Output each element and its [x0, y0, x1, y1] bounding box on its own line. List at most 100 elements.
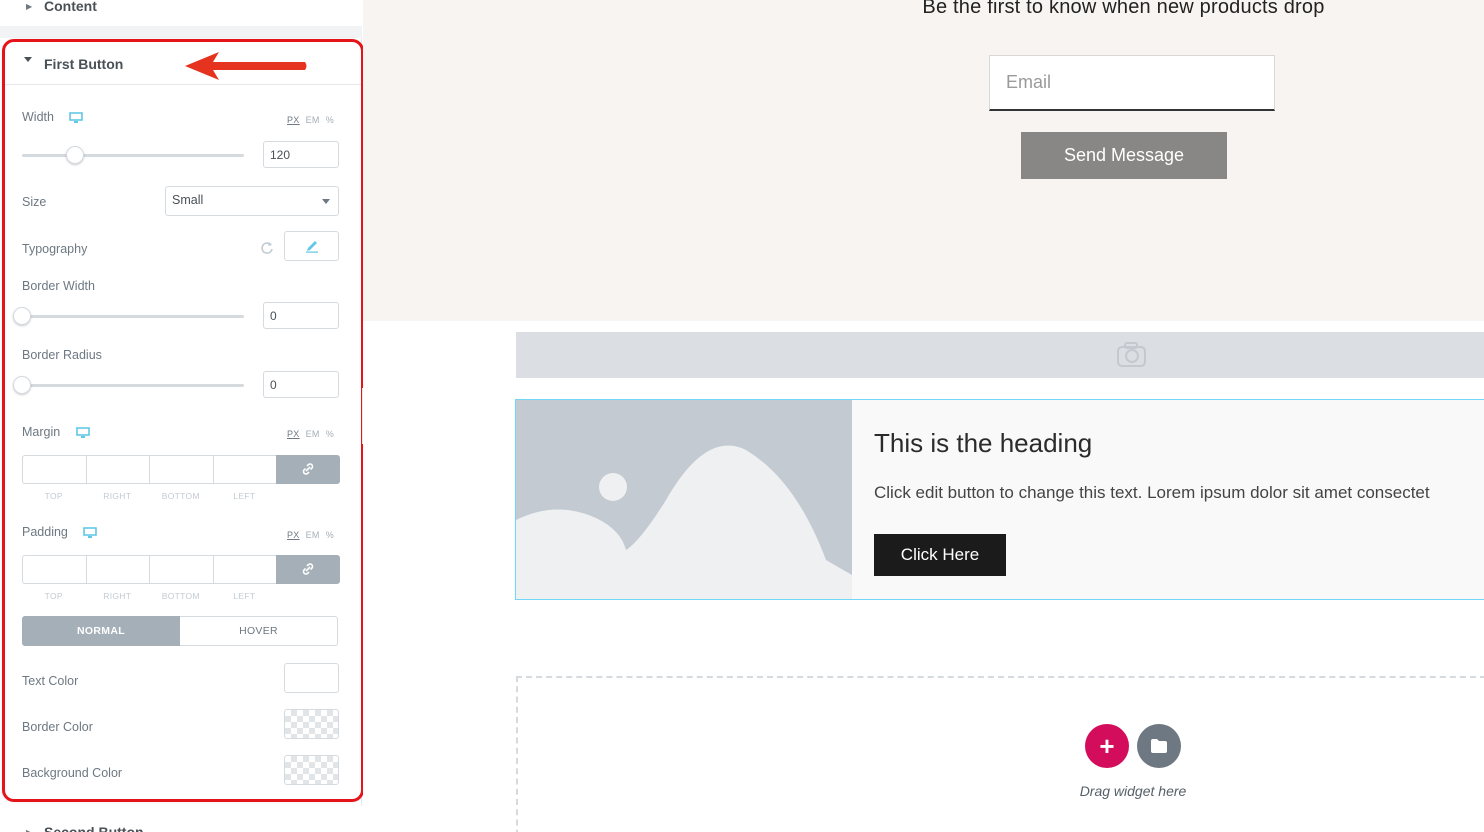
side-bottom-label: BOTTOM	[161, 491, 200, 501]
text-color-label: Text Color	[22, 674, 79, 688]
image-placeholder-icon	[516, 400, 852, 599]
email-input[interactable]: Email	[989, 55, 1275, 111]
margin-top-input[interactable]	[22, 455, 86, 484]
subscribe-section: Be the first to know when new products d…	[363, 0, 1484, 321]
border-color-picker[interactable]	[284, 709, 339, 739]
add-section-button[interactable]: +	[1085, 724, 1129, 768]
border-radius-label: Border Radius	[22, 348, 102, 362]
folder-icon	[1151, 739, 1167, 753]
desktop-icon[interactable]	[76, 427, 90, 439]
pencil-icon	[306, 241, 318, 253]
unit-px[interactable]: PX	[287, 530, 300, 540]
call-to-action-card[interactable]: This is the heading Click edit button to…	[515, 399, 1484, 600]
link-icon	[302, 463, 314, 475]
unit-percent[interactable]: %	[326, 115, 334, 125]
desktop-icon[interactable]	[83, 527, 97, 539]
unit-em[interactable]: EM	[306, 530, 320, 540]
width-slider-handle[interactable]	[66, 146, 84, 164]
padding-link-button[interactable]	[276, 555, 340, 584]
side-left-label: LEFT	[233, 491, 256, 501]
caret-right-icon: ▶	[26, 828, 32, 832]
side-right-label: RIGHT	[103, 591, 132, 601]
margin-right-input[interactable]	[85, 455, 149, 484]
page-canvas: Be the first to know when new products d…	[363, 0, 1484, 832]
send-message-button[interactable]: Send Message	[1021, 132, 1227, 179]
typography-edit-button[interactable]	[284, 231, 339, 261]
padding-label: Padding	[22, 525, 68, 539]
margin-bottom-input[interactable]	[149, 455, 213, 484]
margin-link-button[interactable]	[276, 455, 340, 484]
background-color-label: Background Color	[22, 766, 123, 780]
size-select-value: Small	[172, 193, 204, 207]
border-width-input[interactable]: 0	[263, 302, 339, 329]
border-radius-slider-track[interactable]	[22, 384, 244, 387]
border-radius-input[interactable]: 0	[263, 371, 339, 398]
background-color-picker[interactable]	[284, 755, 339, 785]
image-placeholder-bar[interactable]	[516, 332, 1484, 378]
desktop-icon[interactable]	[69, 112, 83, 124]
drop-zone[interactable]: + Drag widget here	[516, 676, 1484, 832]
drag-widget-text: Drag widget here	[1079, 783, 1187, 799]
padding-side-labels: TOP RIGHT BOTTOM LEFT	[22, 591, 276, 601]
tab-hover[interactable]: HOVER	[180, 616, 338, 646]
state-tabs: NORMAL HOVER	[22, 616, 338, 646]
caret-down-icon	[24, 57, 32, 62]
margin-label: Margin	[22, 425, 61, 439]
width-units[interactable]: PX EM%	[287, 115, 340, 125]
padding-dimensions	[22, 555, 340, 584]
margin-side-labels: TOP RIGHT BOTTOM LEFT	[22, 491, 276, 501]
card-text: Click edit button to change this text. L…	[874, 483, 1430, 502]
size-select[interactable]: Small	[165, 186, 339, 216]
unit-percent[interactable]: %	[326, 429, 334, 439]
unit-em[interactable]: EM	[306, 429, 320, 439]
first-button-title: First Button	[44, 56, 124, 72]
border-radius-slider-handle[interactable]	[13, 376, 31, 394]
red-arrow-icon	[185, 52, 307, 80]
margin-dimensions	[22, 455, 340, 484]
border-color-label: Border Color	[22, 720, 93, 734]
side-bottom-label: BOTTOM	[161, 591, 200, 601]
side-top-label: TOP	[44, 491, 63, 501]
padding-right-input[interactable]	[85, 555, 149, 584]
side-right-label: RIGHT	[103, 491, 132, 501]
unit-px[interactable]: PX	[287, 429, 300, 439]
text-color-picker[interactable]	[284, 663, 339, 693]
camera-icon	[1117, 342, 1146, 367]
image-placeholder	[516, 400, 852, 599]
editor-panel: ▶ Content First Button Width PX EM% 120 S…	[0, 0, 364, 832]
chevron-down-icon	[322, 199, 330, 204]
section-divider	[0, 26, 362, 38]
width-slider-track[interactable]	[22, 154, 244, 157]
section-second-button-header[interactable]: ▶ Second Button	[0, 806, 362, 832]
border-width-label: Border Width	[22, 279, 95, 293]
first-button-header[interactable]: First Button	[5, 42, 361, 85]
section-second-button-label: Second Button	[44, 824, 144, 832]
padding-left-input[interactable]	[212, 555, 276, 584]
unit-em[interactable]: EM	[306, 115, 320, 125]
margin-left-input[interactable]	[212, 455, 276, 484]
template-library-button[interactable]	[1137, 724, 1181, 768]
padding-bottom-input[interactable]	[149, 555, 213, 584]
size-label: Size	[22, 195, 47, 209]
link-icon	[302, 563, 314, 575]
card-heading: This is the heading	[874, 428, 1093, 458]
first-button-section: First Button Width PX EM% 120 Size Small …	[2, 39, 364, 802]
width-label: Width	[22, 110, 54, 124]
unit-percent[interactable]: %	[326, 530, 334, 540]
border-width-slider-handle[interactable]	[13, 307, 31, 325]
reset-icon[interactable]	[260, 241, 274, 255]
unit-px[interactable]: PX	[287, 115, 300, 125]
plus-icon: +	[1099, 730, 1115, 761]
section-content-header[interactable]: ▶ Content	[0, 0, 362, 26]
border-width-slider-track[interactable]	[22, 315, 244, 318]
click-here-button[interactable]: Click Here	[874, 534, 1006, 576]
tab-normal[interactable]: NORMAL	[22, 616, 180, 646]
padding-units[interactable]: PX EM%	[287, 530, 340, 540]
margin-units[interactable]: PX EM%	[287, 429, 340, 439]
side-top-label: TOP	[44, 591, 63, 601]
side-left-label: LEFT	[233, 591, 256, 601]
section-content-label: Content	[44, 0, 97, 14]
width-input[interactable]: 120	[263, 141, 339, 168]
padding-top-input[interactable]	[22, 555, 86, 584]
typography-label: Typography	[22, 242, 88, 256]
